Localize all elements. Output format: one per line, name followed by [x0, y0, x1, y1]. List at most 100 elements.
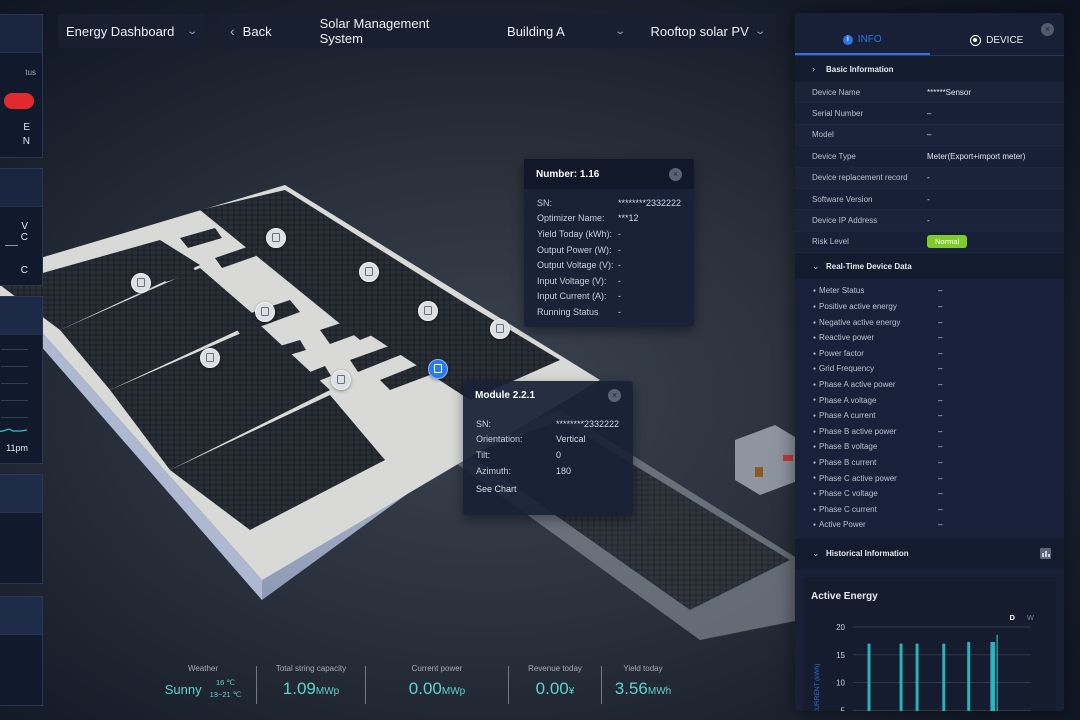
row-label: Output Voltage (V): [537, 260, 614, 271]
stat-weather: Weather Sunny 16 ℃ 13~21 ℃ [150, 660, 256, 710]
realtime-label: Phase B current [813, 458, 938, 467]
popup-row: Optimizer Name: ***12 [524, 211, 694, 227]
section-historical-information[interactable]: ⌄ Historical Information [795, 538, 1064, 569]
panel-text-1: E [23, 122, 30, 133]
status-label: tus [25, 68, 36, 77]
module-popup: Module 2.2.1 × SN: ********2332222 Orienta… [463, 381, 633, 515]
stat-value: 0.00 [408, 679, 442, 698]
stat-value: 3.56 [614, 679, 648, 698]
chevron-down-icon: ⌄ [812, 548, 820, 559]
meter-icon [365, 267, 373, 276]
row-value: 180 [556, 465, 572, 476]
toggle-day[interactable]: D [1009, 613, 1014, 622]
chevron-down-icon: ⌄ [753, 25, 766, 37]
row-label: Azimuth: [476, 465, 512, 476]
info-value: Meter(Export+import meter) [927, 151, 1026, 161]
device-marker[interactable] [200, 348, 220, 368]
back-button[interactable]: ‹ Back [230, 23, 272, 39]
info-row: Risk Level Normal [795, 232, 1064, 254]
dashboard-select[interactable]: Energy Dashboard ⌄ [58, 14, 206, 48]
period-toggle: D W [1009, 613, 1034, 622]
realtime-value: – [938, 364, 943, 374]
info-label: Device Name [812, 87, 861, 97]
realtime-row: Phase B current– [795, 455, 1064, 471]
row-label: Input Current (A): [537, 291, 607, 302]
realtime-value: – [938, 473, 943, 483]
info-label: Device replacement record [812, 173, 908, 183]
info-value: – [927, 130, 932, 140]
device-detail-panel: × i INFO DEVICE › Basic Information Devi… [795, 13, 1064, 711]
risk-level-badge: Normal [927, 235, 968, 249]
popup-row: SN: ********2332222 [463, 416, 633, 432]
row-label: Yield Today (kWh): [537, 228, 613, 239]
device-marker-selected[interactable] [428, 359, 448, 379]
panel-text-3: C [20, 265, 28, 276]
device-marker[interactable] [331, 370, 351, 390]
weather-condition: Sunny [164, 681, 202, 697]
y-tick-label: 5 [841, 706, 846, 711]
realtime-value: – [938, 489, 943, 499]
left-trend-panel: 11pm [0, 296, 43, 464]
tab-info[interactable]: i INFO [795, 26, 930, 55]
meter-icon [206, 353, 214, 362]
popup-row: Yield Today (kWh): - [524, 226, 694, 242]
panel-text-2: C [20, 232, 28, 243]
info-label: Device Type [812, 151, 856, 161]
close-icon[interactable]: × [669, 167, 682, 181]
y-axis-label: CURRENT (kWh) [814, 663, 821, 711]
stat-label: Weather [187, 664, 219, 673]
device-marker[interactable] [359, 262, 379, 282]
status-indicator [4, 93, 34, 109]
realtime-value: – [938, 395, 943, 405]
y-tick-label: 20 [836, 623, 845, 632]
device-marker[interactable] [255, 302, 275, 322]
meter-icon [496, 324, 504, 333]
info-label: Serial Number [812, 109, 864, 119]
row-value: - [618, 244, 621, 255]
meter-icon [261, 307, 269, 316]
info-icon: i [842, 34, 853, 45]
bar-chart-icon[interactable] [1040, 548, 1051, 560]
left-status-panel: tus E N [0, 14, 43, 158]
realtime-label: Active Power [813, 520, 938, 529]
y-tick-label: 15 [836, 650, 845, 659]
tab-device[interactable]: DEVICE [930, 26, 1065, 55]
popup-row: Azimuth: 180 [463, 463, 633, 479]
see-chart-link[interactable]: See Chart [463, 484, 633, 494]
pv-system-select[interactable]: Rooftop solar PV ⌄ [650, 24, 766, 39]
device-icon [970, 35, 982, 46]
bar [942, 643, 946, 711]
stat-label: Current power [411, 664, 463, 673]
chevron-down-icon: ⌄ [812, 260, 820, 271]
realtime-row: Grid Frequency– [795, 361, 1064, 377]
stat-unit: ¥ [568, 686, 575, 697]
meter-icon [137, 278, 145, 287]
device-marker[interactable] [131, 273, 151, 293]
realtime-label: Phase C current [813, 505, 938, 514]
back-label: Back [242, 23, 272, 39]
left-metrics-panel: V C C [0, 168, 43, 286]
info-label: Device IP Address [812, 216, 878, 226]
realtime-label: Phase A voltage [813, 396, 938, 405]
device-marker[interactable] [266, 228, 286, 248]
section-basic-information[interactable]: › Basic Information [795, 56, 1064, 82]
section-realtime-data[interactable]: ⌄ Real-Time Device Data [795, 253, 1064, 280]
stat-unit: MWp [315, 686, 340, 697]
close-icon[interactable]: × [608, 388, 621, 402]
device-marker[interactable] [490, 319, 510, 339]
popup-header: Number: 1.16 × [524, 159, 694, 189]
realtime-label: Phase B voltage [813, 442, 938, 451]
stat-current-power: Current power 0.00MWp [366, 660, 508, 710]
row-label: SN: [476, 418, 492, 429]
panel-header [0, 297, 42, 335]
building-select[interactable]: Building A ⌄ [507, 24, 626, 39]
navigation-bar: ‹ Back Solar Management System Building … [218, 14, 776, 48]
toggle-week[interactable]: W [1027, 613, 1034, 622]
meter-icon [272, 233, 280, 242]
device-marker[interactable] [418, 301, 438, 321]
info-value: - [927, 216, 930, 226]
realtime-label: Phase A current [813, 411, 938, 420]
realtime-row: Phase A active power– [795, 377, 1064, 393]
info-row: Device Type Meter(Export+import meter) [795, 146, 1064, 168]
stat-revenue: Revenue today 0.00¥ [509, 660, 601, 710]
